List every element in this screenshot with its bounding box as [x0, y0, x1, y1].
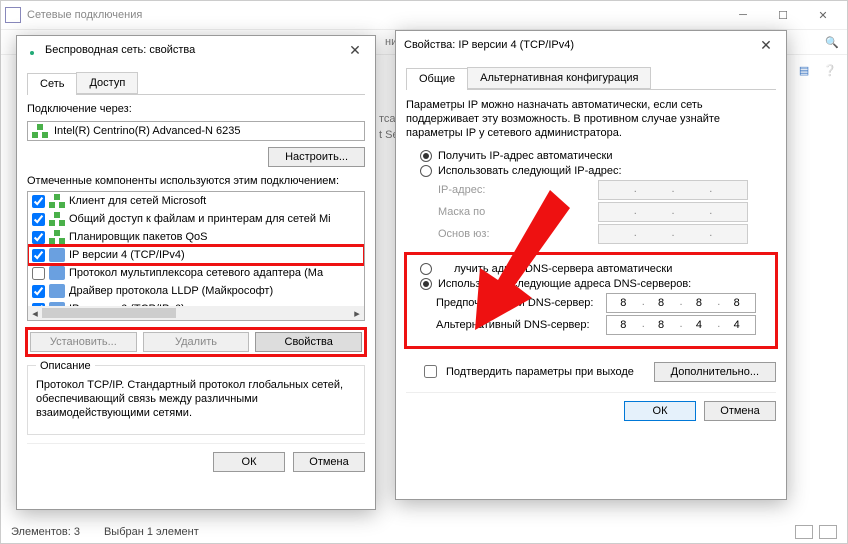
tabs: Сеть Доступ — [27, 72, 365, 95]
status-item-count: Элементов: 3 — [11, 526, 80, 538]
ip-address-label: IP-адрес: — [438, 184, 598, 196]
view-tiles-icon[interactable] — [819, 525, 837, 539]
tab-network[interactable]: Сеть — [27, 73, 77, 95]
close-button[interactable]: ✕ — [803, 1, 843, 29]
gateway-label: Основ юз: — [438, 228, 598, 240]
dns-section-highlight: лучить адрес DNS-сервера автоматически И… — [406, 254, 776, 347]
ip-manual-label: Использовать следующий IP-адрес: — [438, 165, 622, 177]
list-item: Драйвер протокола LLDP (Майкрософт) — [28, 282, 364, 300]
search-icon[interactable]: 🔍 — [825, 36, 839, 49]
protocol-icon — [49, 248, 65, 262]
configure-button[interactable]: Настроить... — [268, 147, 365, 167]
dns-manual-radio[interactable] — [420, 278, 432, 290]
dns-manual-label: Использовать следующие адреса DNS-сервер… — [438, 278, 691, 290]
minimize-button[interactable]: ─ — [723, 1, 763, 29]
network-icon — [49, 194, 65, 208]
properties-button[interactable]: Свойства — [255, 332, 362, 352]
dns-pref-label: Предпочитаемый DNS-сервер: — [436, 297, 606, 309]
dns-alt-label: Альтернативный DNS-сервер: — [436, 319, 606, 331]
gateway-field: ... — [598, 224, 748, 244]
mask-label: Маска по — [438, 206, 598, 218]
tab-general[interactable]: Общие — [406, 68, 468, 90]
protocol-icon — [49, 266, 65, 280]
horizontal-scrollbar[interactable]: ◂ ▸ — [28, 306, 364, 320]
ip-auto-label: Получить IP-адрес автоматически — [438, 150, 612, 162]
adapter-properties-dialog: Беспроводная сеть: свойства ✕ Сеть Досту… — [16, 35, 376, 510]
adapter-name-field[interactable]: Intel(R) Centrino(R) Advanced-N 6235 — [27, 121, 365, 141]
description-title: Описание — [36, 360, 95, 372]
list-item: Общий доступ к файлам и принтерам для се… — [28, 210, 364, 228]
list-item: Протокол мультиплексора сетевого адаптер… — [28, 264, 364, 282]
window-icon — [5, 7, 21, 23]
network-icon — [49, 230, 65, 244]
list-item: Планировщик пакетов QoS — [28, 228, 364, 246]
cancel-button[interactable]: Отмена — [293, 452, 365, 472]
remove-button[interactable]: Удалить — [143, 332, 250, 352]
components-list[interactable]: Клиент для сетей Microsoft Общий доступ … — [27, 191, 365, 321]
components-label: Отмеченные компоненты используются этим … — [27, 175, 365, 187]
close-icon[interactable]: ✕ — [343, 42, 367, 59]
network-icon — [49, 212, 65, 226]
ok-button[interactable]: ОК — [213, 452, 285, 472]
ipv4-properties-dialog: Свойства: IP версии 4 (TCP/IPv4) ✕ Общие… — [395, 30, 787, 500]
ip-manual-radio[interactable] — [420, 165, 432, 177]
tab-access[interactable]: Доступ — [76, 72, 138, 94]
window-title: Сетевые подключения — [27, 9, 723, 21]
adapter-name: Intel(R) Centrino(R) Advanced-N 6235 — [54, 125, 240, 137]
statusbar: Элементов: 3 Выбран 1 элемент — [1, 521, 847, 543]
cancel-button[interactable]: Отмена — [704, 401, 776, 421]
status-selection: Выбран 1 элемент — [104, 526, 199, 538]
dialog-title: Беспроводная сеть: свойства — [45, 44, 343, 56]
scroll-right-icon[interactable]: ▸ — [350, 306, 364, 320]
confirm-checkbox[interactable] — [424, 365, 437, 378]
list-item: Клиент для сетей Microsoft — [28, 192, 364, 210]
confirm-label: Подтвердить параметры при выходе — [446, 366, 634, 378]
wifi-icon — [25, 43, 39, 57]
view-details-icon[interactable] — [795, 525, 813, 539]
list-item-ipv4[interactable]: IP версии 4 (TCP/IPv4) — [28, 246, 364, 264]
ip-auto-radio[interactable] — [420, 150, 432, 162]
protocol-icon — [49, 284, 65, 298]
scroll-thumb[interactable] — [42, 308, 176, 318]
intro-text: Параметры IP можно назначать автоматичес… — [406, 98, 776, 140]
titlebar: Сетевые подключения ─ ☐ ✕ — [1, 1, 847, 29]
install-button[interactable]: Установить... — [30, 332, 137, 352]
maximize-button[interactable]: ☐ — [763, 1, 803, 29]
tabs: Общие Альтернативная конфигурация — [406, 67, 776, 90]
adapter-icon — [32, 124, 48, 138]
description-group: Описание Протокол TCP/IP. Стандартный пр… — [27, 365, 365, 435]
component-buttons: Установить... Удалить Свойства — [27, 329, 365, 355]
advanced-button[interactable]: Дополнительно... — [654, 362, 776, 382]
scroll-left-icon[interactable]: ◂ — [28, 306, 42, 320]
description-text: Протокол TCP/IP. Стандартный протокол гл… — [36, 378, 356, 428]
ip-address-field: ... — [598, 180, 748, 200]
search-box[interactable]: 🔍 — [791, 36, 847, 49]
ok-button[interactable]: ОК — [624, 401, 696, 421]
dns-pref-field[interactable]: 8.8.8.8 — [606, 293, 756, 313]
tab-alternative[interactable]: Альтернативная конфигурация — [467, 67, 651, 89]
mask-field: ... — [598, 202, 748, 222]
dialog-title: Свойства: IP версии 4 (TCP/IPv4) — [404, 39, 754, 51]
dns-auto-radio[interactable] — [420, 263, 432, 275]
help-icon[interactable]: ❔ — [823, 64, 837, 77]
close-icon[interactable]: ✕ — [754, 37, 778, 54]
dns-alt-field[interactable]: 8.8.4.4 — [606, 315, 756, 335]
details-pane-icon[interactable]: ▤ — [799, 64, 809, 77]
dns-auto-label: лучить адрес DNS-сервера автоматически — [454, 263, 672, 275]
connect-via-label: Подключение через: — [27, 103, 365, 115]
